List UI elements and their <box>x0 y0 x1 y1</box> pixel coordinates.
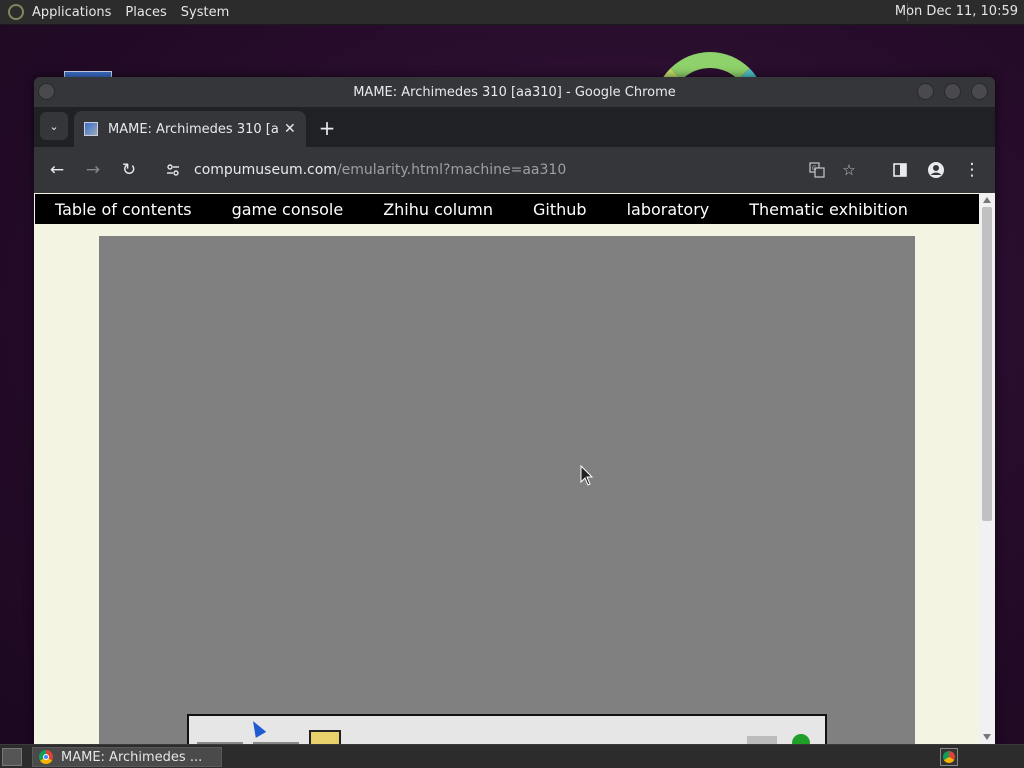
nav-link-table-of-contents[interactable]: Table of contents <box>55 200 192 219</box>
tab-active[interactable]: MAME: Archimedes 310 [aa3 ✕ <box>74 111 306 147</box>
close-window-button[interactable] <box>971 83 988 100</box>
scrollbar-thumb[interactable] <box>982 207 992 521</box>
menu-applications[interactable]: Applications <box>32 5 111 20</box>
window-titlebar[interactable]: MAME: Archimedes 310 [aa310] - Google Ch… <box>34 77 995 107</box>
site-info-icon[interactable] <box>164 161 182 179</box>
profile-icon[interactable] <box>924 158 948 182</box>
nav-link-github[interactable]: Github <box>533 200 587 219</box>
window-title: MAME: Archimedes 310 [aa310] - Google Ch… <box>353 84 676 100</box>
bottom-taskbar: MAME: Archimedes ... <box>0 744 1024 768</box>
nav-link-thematic-exhibition[interactable]: Thematic exhibition <box>749 200 908 219</box>
page-viewport: Table of contents game console Zhihu col… <box>34 193 995 744</box>
chrome-icon <box>39 750 53 764</box>
reload-icon[interactable]: ↻ <box>117 158 141 182</box>
menu-system[interactable]: System <box>181 5 229 20</box>
svg-text:G: G <box>812 165 817 172</box>
top-panel: Applications Places System Mon Dec 11, 1… <box>0 0 1024 25</box>
emulated-pointer-icon <box>247 718 267 738</box>
url-text[interactable]: compumuseum.com/emularity.html?machine=a… <box>194 162 566 178</box>
tab-strip: ⌄ MAME: Archimedes 310 [aa3 ✕ + <box>34 107 995 147</box>
back-arrow-icon[interactable]: ← <box>45 158 69 182</box>
menu-places[interactable]: Places <box>125 5 166 20</box>
nav-link-zhihu-column[interactable]: Zhihu column <box>383 200 493 219</box>
browser-toolbar: ← → ↻ compumuseum.com/emularity.html?mac… <box>34 147 995 193</box>
plus-icon[interactable]: + <box>314 115 340 141</box>
menu-logo-icon[interactable] <box>8 4 24 20</box>
kebab-menu-icon[interactable]: ⋮ <box>960 158 984 182</box>
emulated-green-icon[interactable] <box>792 734 810 744</box>
translate-icon[interactable]: G <box>808 161 826 179</box>
scroll-down-icon[interactable] <box>983 734 991 740</box>
tab-search-icon[interactable]: ⌄ <box>40 112 68 140</box>
bookmark-star-icon[interactable]: ☆ <box>840 161 858 179</box>
tab-title: MAME: Archimedes 310 [aa3 <box>108 121 278 137</box>
site-navigation: Table of contents game console Zhihu col… <box>35 194 979 224</box>
window-menu-button[interactable] <box>38 83 55 100</box>
tray-chrome-icon[interactable] <box>940 748 958 766</box>
taskbar-window-button[interactable]: MAME: Archimedes ... <box>32 747 222 767</box>
minimize-button[interactable] <box>917 83 934 100</box>
clock[interactable]: Mon Dec 11, 10:59 <box>895 4 1018 19</box>
show-desktop-button[interactable] <box>2 748 22 766</box>
maximize-button[interactable] <box>944 83 961 100</box>
forward-arrow-icon[interactable]: → <box>81 158 105 182</box>
vertical-scrollbar[interactable] <box>979 193 995 744</box>
favicon-icon <box>84 122 98 136</box>
taskbar-window-label: MAME: Archimedes ... <box>61 749 203 765</box>
emulated-folder-icon[interactable] <box>309 730 341 744</box>
side-panel-icon[interactable] <box>888 158 912 182</box>
nav-link-game-console[interactable]: game console <box>232 200 344 219</box>
browser-window: MAME: Archimedes 310 [aa310] - Google Ch… <box>34 77 995 744</box>
url-host: compumuseum.com <box>194 162 337 178</box>
emulated-desktop[interactable] <box>187 714 827 744</box>
close-icon[interactable]: ✕ <box>284 121 296 137</box>
emulated-iconbar-block <box>747 736 777 744</box>
scroll-up-icon[interactable] <box>983 197 991 203</box>
url-path: /emularity.html?machine=aa310 <box>336 162 567 178</box>
address-bar[interactable]: compumuseum.com/emularity.html?machine=a… <box>156 154 876 186</box>
nav-link-laboratory[interactable]: laboratory <box>627 200 710 219</box>
emulator-canvas[interactable] <box>99 236 915 744</box>
